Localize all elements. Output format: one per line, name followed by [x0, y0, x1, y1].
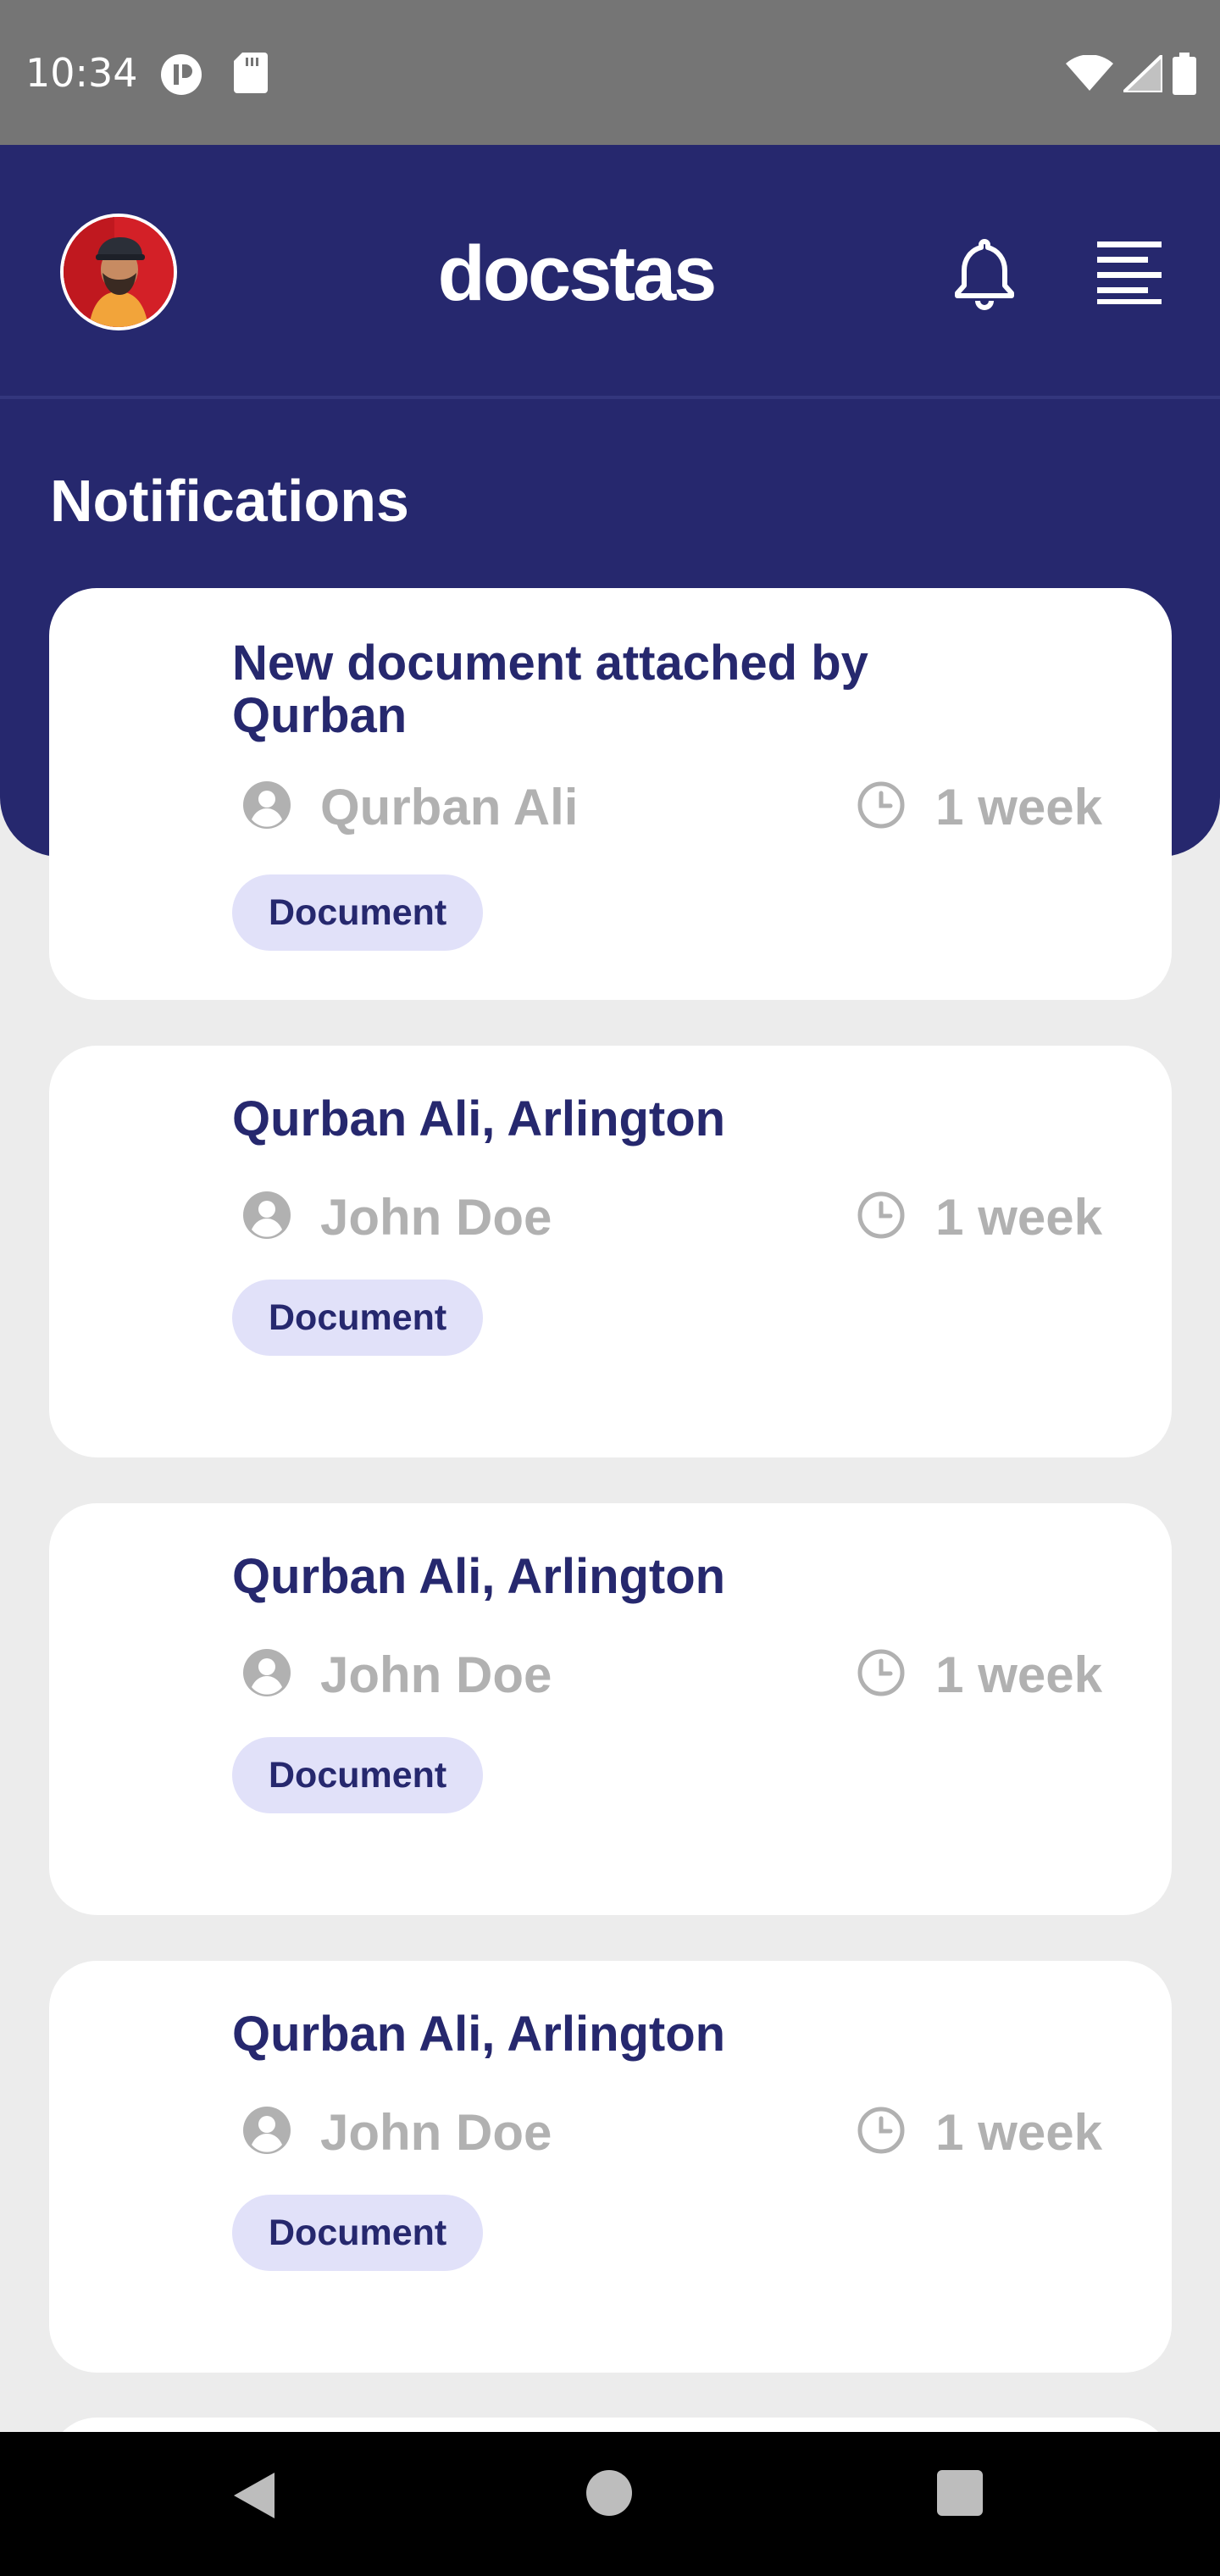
home-icon[interactable] [586, 2470, 632, 2516]
notification-title: Qurban Ali, Arlington [232, 1091, 726, 1146]
status-bar: 10:34 [0, 0, 1220, 145]
notification-title: Qurban Ali, Arlington [232, 2007, 726, 2062]
notification-meta: Qurban Ali 1 week [242, 777, 1102, 836]
clock-icon [857, 1191, 905, 1243]
user-icon [242, 2106, 291, 2159]
notification-tag: Document [232, 874, 484, 951]
user-icon [242, 1191, 291, 1244]
notification-card[interactable]: Qurban Ali, Arlington John Doe 1 week Do… [49, 1503, 1172, 1915]
notification-user: John Doe [320, 1188, 552, 1246]
clock-icon [857, 1649, 905, 1701]
notification-user: John Doe [320, 2103, 552, 2161]
notification-title: Qurban Ali, Arlington [232, 1549, 726, 1604]
avatar[interactable] [60, 214, 177, 330]
notification-card[interactable]: Qurban Ali, Arlington John Doe 1 week Do… [49, 1046, 1172, 1457]
menu-icon [1097, 242, 1162, 308]
wifi-icon [1066, 54, 1113, 97]
notification-tag: Document [232, 2195, 484, 2271]
notification-tag: Document [232, 1280, 484, 1356]
notification-user: Qurban Ali [320, 778, 579, 836]
media-app-icon [159, 53, 203, 101]
bell-icon [951, 239, 1018, 314]
notification-user: John Doe [320, 1646, 552, 1703]
notification-title: New document attached by Qurban [232, 636, 868, 743]
notification-meta: John Doe 1 week [242, 1645, 1102, 1704]
top-app-bar: docstas [0, 145, 1220, 399]
system-nav-bar [0, 2432, 1220, 2576]
battery-icon [1173, 53, 1196, 99]
app-logo: docstas [437, 230, 718, 317]
notification-time: 1 week [935, 1188, 1102, 1246]
notification-tag: Document [232, 1737, 484, 1813]
menu-button[interactable] [1097, 240, 1162, 304]
clock-icon [857, 2107, 905, 2158]
notification-card[interactable]: Qurban Ali, Arlington John Doe 1 week Do… [49, 1961, 1172, 2373]
notification-card[interactable]: New document attached by Qurban Qurban A… [49, 588, 1172, 1000]
back-icon[interactable] [232, 2471, 276, 2524]
notification-meta: John Doe 1 week [242, 1187, 1102, 1246]
notification-time: 1 week [935, 778, 1102, 836]
notification-time: 1 week [935, 1646, 1102, 1703]
page-title: Notifications [50, 468, 409, 534]
notification-time: 1 week [935, 2103, 1102, 2161]
cell-signal-icon [1119, 51, 1164, 97]
user-icon [242, 780, 291, 834]
clock-icon [857, 781, 905, 833]
user-icon [242, 1648, 291, 1702]
status-time: 10:34 [25, 50, 138, 96]
sd-card-icon [234, 53, 268, 101]
notification-bell-button[interactable] [951, 235, 1018, 311]
notification-meta: John Doe 1 week [242, 2102, 1102, 2162]
recents-icon[interactable] [937, 2470, 983, 2516]
